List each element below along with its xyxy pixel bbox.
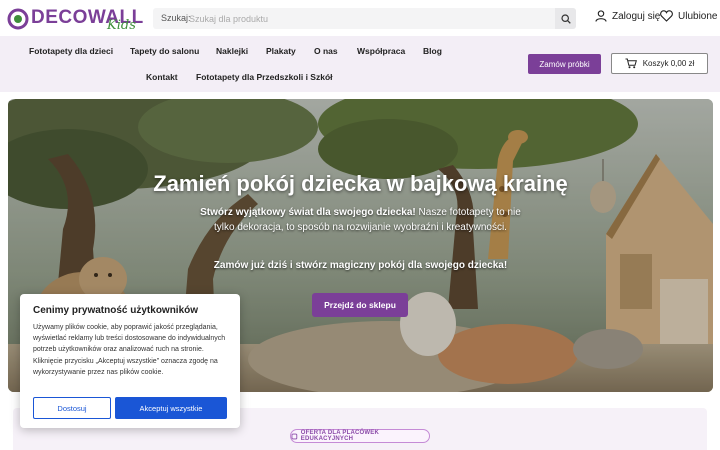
- nav-item-blog[interactable]: Blog: [423, 46, 442, 56]
- education-offer-label: OFERTA DLA PLACÓWEK EDUKACYJNYCH: [300, 430, 380, 442]
- hero-subtitle-line-2: tylko dekoracja, to sposób na rozwijanie…: [214, 222, 507, 233]
- hero-title: Zamień pokój dziecka w bajkową krainę: [153, 171, 568, 196]
- heart-icon: [660, 10, 673, 22]
- cookie-title: Cenimy prywatność użytkowników: [33, 305, 199, 316]
- search-input[interactable]: [189, 11, 549, 26]
- cookie-customize-button[interactable]: Dostosuj: [33, 397, 111, 419]
- cookie-description: Używamy plików cookie, aby poprawić jako…: [33, 324, 226, 376]
- school-icon: [291, 433, 298, 439]
- cookie-accept-all-button[interactable]: Akceptuj wszystkie: [115, 397, 227, 419]
- logo-subtitle: Kids: [107, 18, 136, 33]
- nav-item-o-nas[interactable]: O nas: [314, 46, 338, 56]
- search-label: Szukaj:: [161, 13, 191, 23]
- search-button[interactable]: [555, 8, 576, 29]
- favorites-label: Ulubione: [678, 10, 718, 22]
- hero-cta-text: Zamów już dziś i stwórz magiczny pokój d…: [213, 260, 508, 271]
- hero-subtitle-rest: Nasze fototapety to nie: [415, 207, 521, 218]
- cookie-consent-dialog: Cenimy prywatność użytkowników Używamy p…: [20, 294, 240, 428]
- hero-subtitle-line-1: Stwórz wyjątkowy świat dla swojego dziec…: [8, 207, 713, 218]
- cart-label: Koszyk 0,00 zł: [642, 59, 695, 68]
- nav-item-plakaty[interactable]: Plakaty: [266, 46, 296, 56]
- cart-icon: [625, 58, 637, 69]
- nav-item-tapety-do-salonu[interactable]: Tapety do salonu: [130, 46, 199, 56]
- order-samples-button[interactable]: Zamów próbki: [528, 54, 601, 74]
- nav-item-wspolpraca[interactable]: Współpraca: [357, 46, 405, 56]
- nav-item-przedszkola[interactable]: Fototapety dla Przedszkoli i Szkół: [196, 72, 333, 82]
- shop-button[interactable]: Przejdź do sklepu: [312, 293, 408, 317]
- login-label: Zaloguj się: [612, 10, 661, 22]
- site-header: DECOWALL Kids Szukaj: Zaloguj się Ulubio…: [0, 0, 720, 36]
- hero-subtitle-bold: Stwórz wyjątkowy świat dla swojego dziec…: [200, 207, 416, 218]
- nav-item-naklejki[interactable]: Naklejki: [216, 46, 248, 56]
- education-offer-badge: OFERTA DLA PLACÓWEK EDUKACYJNYCH: [290, 429, 430, 443]
- user-icon: [595, 10, 607, 22]
- nav-item-kontakt[interactable]: Kontakt: [146, 72, 178, 82]
- search-bar: Szukaj:: [153, 8, 576, 29]
- nav-item-fototapety-dla-dzieci[interactable]: Fototapety dla dzieci: [29, 46, 113, 56]
- cart-button[interactable]: Koszyk 0,00 zł: [611, 53, 708, 74]
- logo-icon: [7, 8, 29, 30]
- favorites-link[interactable]: Ulubione: [660, 10, 717, 22]
- search-icon: [560, 13, 571, 24]
- logo[interactable]: DECOWALL Kids: [7, 4, 143, 34]
- login-link[interactable]: Zaloguj się: [595, 10, 660, 22]
